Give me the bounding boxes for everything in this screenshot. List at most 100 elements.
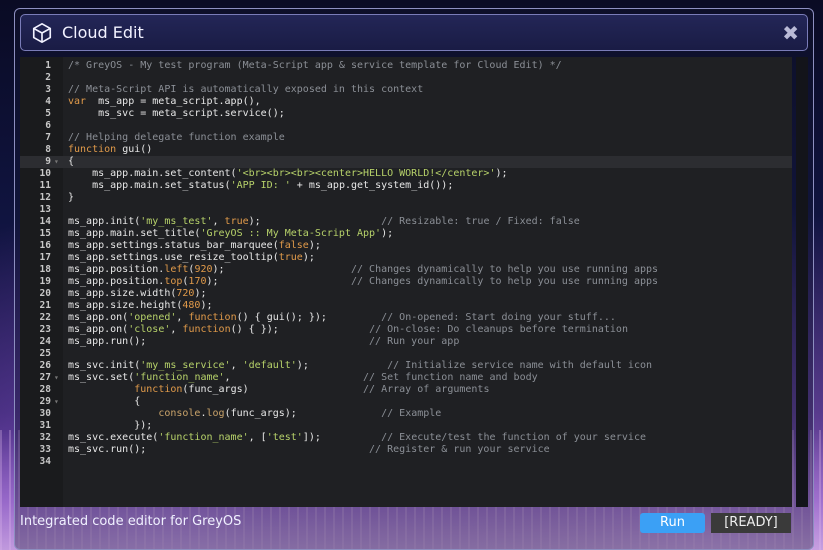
code-line[interactable]: 11 ms_app.main.set_status('APP ID: ' + m… [20,180,792,192]
line-number: 20 [39,288,51,299]
code-line[interactable]: 2 [20,72,792,84]
code-line[interactable]: 4 var ms_app = meta_script.app(), [20,96,792,108]
run-button[interactable]: Run [640,513,705,533]
code-text: ms_app.main.set_status('APP ID: ' + ms_a… [68,180,454,191]
fold-toggle-icon[interactable]: ▾ [54,156,59,168]
line-number: 11 [39,180,51,191]
code-editor[interactable]: 1 /* GreyOS - My test program (Meta-Scrip… [20,57,792,507]
code-text: ms_app.on('close', function() { }); // O… [68,324,628,335]
code-line[interactable]: 5 ms_svc = meta_script.service(); [20,108,792,120]
code-line[interactable]: 34 [20,456,792,468]
fold-toggle-icon[interactable]: ▾ [54,372,59,384]
line-number: 28 [39,384,51,395]
code-line[interactable]: 29 ▾ { [20,396,792,408]
code-text: ms_svc = meta_script.service(); [68,108,285,119]
code-text: ms_svc.run(); // Register & run your ser… [68,444,550,455]
line-number: 6 [45,120,51,131]
line-number: 12 [39,192,51,203]
line-number: 8 [45,144,51,155]
code-line[interactable]: 3 // Meta-Script API is automatically exp… [20,84,792,96]
window-title: Cloud Edit [62,23,144,42]
code-line[interactable]: 12} [20,192,792,204]
line-number: 30 [39,408,51,419]
line-number: 31 [39,420,51,431]
title-bar[interactable]: Cloud Edit ✖ [20,14,808,51]
code-line[interactable]: 21 ms_app.size.height(480); [20,300,792,312]
code-line[interactable]: 33 ms_svc.run(); // Register & run your s… [20,444,792,456]
line-number: 33 [39,444,51,455]
code-line[interactable]: 26 ms_svc.init('my_ms_service', 'default'… [20,360,792,372]
code-line[interactable]: 27 ▾ ms_svc.set('function_name', // Set fu… [20,372,792,384]
line-number: 21 [39,300,51,311]
editor-scrollbar[interactable] [796,57,808,507]
code-line[interactable]: 23 ms_app.on('close', function() { }); //… [20,324,792,336]
line-number: 10 [39,168,51,179]
line-number: 2 [45,72,51,83]
line-number: 32 [39,432,51,443]
status-text: Integrated code editor for GreyOS [20,514,242,529]
line-number: 17 [39,252,51,263]
code-text: ms_app.size.width(720); [68,288,207,299]
code-line[interactable]: 32 ms_svc.execute('function_name', ['test… [20,432,792,444]
code-line[interactable]: 8 function gui() [20,144,792,156]
code-line[interactable]: 15 ms_app.main.set_title('GreyOS :: My Me… [20,228,792,240]
code-line[interactable]: 31 }); [20,420,792,432]
line-number: 23 [39,324,51,335]
line-number: 18 [39,264,51,275]
code-text: ms_app.main.set_title('GreyOS :: My Meta… [68,228,394,239]
cloud-edit-window: Cloud Edit ✖ 1 /* GreyOS - My test progra… [14,8,814,550]
line-number: 24 [39,336,51,347]
code-line[interactable]: 6 [20,120,792,132]
line-number: 5 [45,108,51,119]
code-text: ms_app.position.left(920); // Changes dy… [68,264,659,275]
code-line[interactable]: 18 ms_app.position.left(920); // Changes … [20,264,792,276]
fold-toggle-icon[interactable]: ▾ [54,396,59,408]
line-number: 7 [45,132,51,143]
code-line[interactable]: 28 function(func_args) // Array of argum… [20,384,792,396]
line-number: 4 [45,96,51,107]
code-line[interactable]: 1 /* GreyOS - My test program (Meta-Scrip… [20,60,792,72]
line-number: 26 [39,360,51,371]
line-number: 15 [39,228,51,239]
code-text: ms_app.on('opened', function() { gui(); … [68,312,616,323]
line-number: 25 [39,348,51,359]
code-line[interactable]: 7 // Helping delegate function example [20,132,792,144]
line-number: 13 [39,204,51,215]
line-number: 29 [39,396,51,407]
line-number: 14 [39,216,51,227]
code-text: ms_app.position.top(170); // Changes dyn… [68,276,659,287]
code-text: /* GreyOS - My test program (Meta-Script… [68,60,562,71]
code-line[interactable]: 30 console.log(func_args); // Example [20,408,792,420]
code-line[interactable]: 25 [20,348,792,360]
code-text: ms_app.settings.use_resize_tooltip(true)… [68,252,315,263]
code-text: ms_app.size.height(480); [68,300,213,311]
line-number: 19 [39,276,51,287]
close-icon[interactable]: ✖ [782,21,799,45]
code-text: function gui() [68,144,153,155]
cube-icon [32,23,52,43]
code-line[interactable]: 19 ms_app.position.top(170); // Changes d… [20,276,792,288]
code-line[interactable]: 22 ms_app.on('opened', function() { gui()… [20,312,792,324]
code-line[interactable]: 14 ms_app.init('my_ms_test', true); // Re… [20,216,792,228]
code-line[interactable]: 20 ms_app.size.width(720); [20,288,792,300]
code-text: // Meta-Script API is automatically expo… [68,84,424,95]
code-line[interactable]: 17 ms_app.settings.use_resize_tooltip(tru… [20,252,792,264]
ready-status-badge: [READY] [711,513,791,533]
line-number: 22 [39,312,51,323]
code-text: ms_app.init('my_ms_test', true); // Resi… [68,216,580,227]
line-number: 9 [45,156,51,167]
code-text: }); [68,420,153,431]
code-text: var ms_app = meta_script.app(), [68,96,261,107]
code-line[interactable]: 24 ms_app.run(); // Run your app [20,336,792,348]
line-number: 16 [39,240,51,251]
code-text: ms_svc.execute('function_name', ['test']… [68,432,646,443]
code-line[interactable]: 9 ▾ { [20,156,792,168]
code-text: function(func_args) // Array of argument… [134,384,490,395]
code-text: ms_app.run(); // Run your app [68,336,460,347]
line-number: 3 [45,84,51,95]
code-text: ms_svc.set('function_name', // Set funct… [68,372,538,383]
code-line[interactable]: 16 ms_app.settings.status_bar_marquee(fal… [20,240,792,252]
code-line[interactable]: 13 [20,204,792,216]
code-line[interactable]: 10 ms_app.main.set_content('<br><br><br>… [20,168,792,180]
line-number: 34 [39,456,51,467]
